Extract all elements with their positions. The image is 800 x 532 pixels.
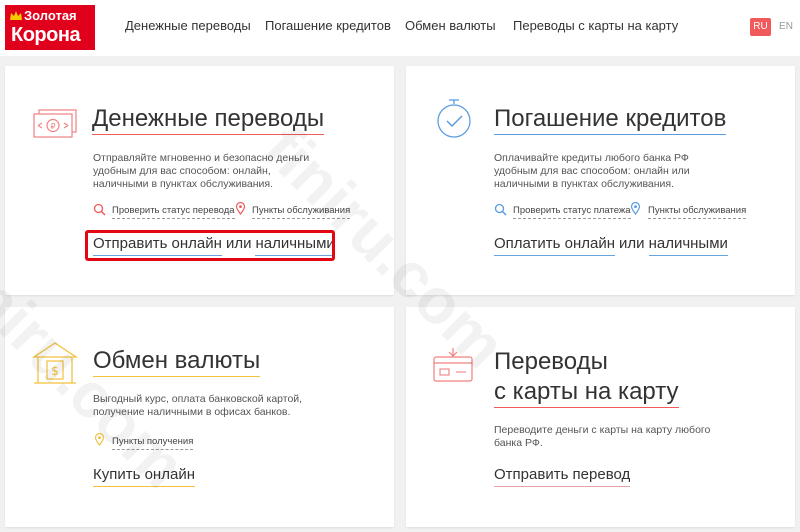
- card-actions: Оплатить онлайн или наличными: [494, 234, 728, 256]
- card-description: Выгодный курс, оплата банковской картой,…: [93, 393, 303, 418]
- check-payment-status-link[interactable]: Проверить статус платежа: [513, 205, 631, 219]
- service-points-link[interactable]: Пункты обслуживания: [648, 205, 747, 219]
- card-description: Переводите деньги с карты на карту любог…: [494, 424, 711, 449]
- crown-icon: [10, 11, 22, 20]
- svg-text:$: $: [51, 364, 59, 378]
- card-description: Оплачивайте кредиты любого банка РФ удоб…: [494, 152, 690, 190]
- or-text: или: [619, 235, 645, 252]
- nav-currency-exchange[interactable]: Обмен валюты: [405, 18, 496, 33]
- location-pin-icon: [630, 202, 641, 215]
- bank-exchange-icon: $: [32, 342, 78, 384]
- pay-cash-link[interactable]: наличными: [648, 235, 728, 256]
- card-title: Денежные переводы: [92, 104, 325, 135]
- brand-logo[interactable]: Золотая Корона: [5, 5, 95, 50]
- search-icon: [93, 203, 106, 216]
- buy-online-link[interactable]: Купить онлайн: [93, 466, 195, 487]
- card-loan-repayment: Погашение кредитов Оплачивайте кредиты л…: [406, 66, 795, 295]
- location-pin-icon: [94, 433, 105, 446]
- highlight-box: [85, 230, 335, 261]
- nav-money-transfers[interactable]: Денежные переводы: [125, 18, 251, 33]
- location-pin-icon: [235, 202, 246, 215]
- lang-ru-button[interactable]: RU: [750, 18, 771, 36]
- card-transfer-icon: [433, 348, 473, 382]
- pickup-points-link[interactable]: Пункты получения: [112, 436, 194, 450]
- card-title: Переводы с карты на карту: [494, 347, 679, 408]
- top-header: Золотая Корона Денежные переводы Погашен…: [0, 0, 800, 56]
- check-transfer-status-link[interactable]: Проверить статус перевода: [112, 205, 235, 219]
- checkmark-clock-icon: [437, 99, 471, 138]
- card-title: Погашение кредитов: [494, 104, 727, 135]
- logo-line1: Золотая: [24, 8, 77, 23]
- card-description: Отправляйте мгновенно и безопасно деньги…: [93, 152, 310, 190]
- service-points-link[interactable]: Пункты обслуживания: [252, 205, 351, 219]
- nav-card-to-card[interactable]: Переводы с карты на карту: [513, 18, 678, 33]
- search-icon: [494, 203, 507, 216]
- card-title: Обмен валюты: [93, 346, 261, 377]
- money-transfer-icon: ₽: [33, 109, 77, 138]
- svg-text:₽: ₽: [50, 122, 55, 131]
- card-actions: Отправить перевод: [494, 465, 631, 487]
- lang-en-button[interactable]: EN: [778, 18, 794, 36]
- card-currency-exchange: $ Обмен валюты Выгодный курс, оплата бан…: [5, 307, 394, 527]
- pay-online-link[interactable]: Оплатить онлайн: [494, 235, 616, 256]
- card-card-to-card: Переводы с карты на карту Переводите ден…: [406, 307, 795, 527]
- nav-loan-repayment[interactable]: Погашение кредитов: [265, 18, 391, 33]
- logo-line2: Корона: [11, 24, 81, 46]
- send-transfer-link[interactable]: Отправить перевод: [494, 466, 631, 487]
- card-actions: Купить онлайн: [93, 465, 195, 487]
